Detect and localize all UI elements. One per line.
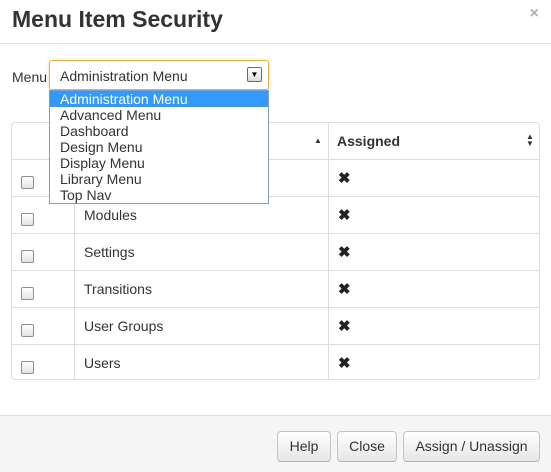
column-divider bbox=[74, 271, 75, 307]
table-row: Transitions ✖ bbox=[12, 270, 539, 307]
menu-select-dropdown[interactable]: Administration Menu Advanced Menu Dashbo… bbox=[49, 90, 269, 204]
menu-select-value: Administration Menu bbox=[60, 68, 188, 84]
assigned-column-header[interactable]: Assigned bbox=[337, 133, 400, 149]
dropdown-option[interactable]: Display Menu bbox=[50, 155, 268, 171]
column-divider bbox=[328, 197, 329, 233]
close-icon[interactable]: × bbox=[530, 6, 539, 22]
column-divider bbox=[328, 123, 329, 159]
menu-item-name: Modules bbox=[84, 207, 137, 223]
assign-unassign-button[interactable]: Assign / Unassign bbox=[403, 431, 540, 462]
dropdown-option[interactable]: Dashboard bbox=[50, 123, 268, 139]
modal-footer: Help Close Assign / Unassign bbox=[0, 415, 551, 472]
table-row: Settings ✖ bbox=[12, 233, 539, 270]
chevron-down-icon[interactable]: ▼ bbox=[247, 67, 262, 82]
dialog-title: Menu Item Security bbox=[12, 6, 223, 32]
row-checkbox[interactable] bbox=[21, 213, 34, 226]
dropdown-option[interactable]: Library Menu bbox=[50, 171, 268, 187]
dropdown-option[interactable]: Design Menu bbox=[50, 139, 268, 155]
column-divider bbox=[74, 308, 75, 344]
column-divider bbox=[328, 308, 329, 344]
cross-icon: ✖ bbox=[338, 318, 351, 335]
row-checkbox[interactable] bbox=[21, 176, 34, 189]
sort-both-icon[interactable]: ▲ ▼ bbox=[526, 133, 534, 148]
cross-icon: ✖ bbox=[338, 170, 351, 187]
menu-item-name: User Groups bbox=[84, 318, 164, 334]
row-checkbox[interactable] bbox=[21, 250, 34, 263]
close-button[interactable]: Close bbox=[337, 431, 397, 462]
row-checkbox[interactable] bbox=[21, 324, 34, 337]
cross-icon: ✖ bbox=[338, 355, 351, 372]
cross-icon: ✖ bbox=[338, 281, 351, 298]
dropdown-option[interactable]: Top Nav bbox=[50, 187, 268, 203]
column-divider bbox=[328, 160, 329, 196]
column-divider bbox=[328, 234, 329, 270]
dropdown-option[interactable]: Administration Menu bbox=[50, 91, 268, 107]
help-button[interactable]: Help bbox=[277, 431, 331, 462]
column-divider bbox=[74, 234, 75, 270]
column-divider bbox=[328, 345, 329, 379]
menu-label: Menu bbox=[12, 69, 48, 85]
menu-item-name: Users bbox=[84, 355, 121, 371]
menu-item-name: Settings bbox=[84, 244, 135, 260]
column-divider bbox=[328, 271, 329, 307]
sort-ascending-icon[interactable]: ▲ bbox=[314, 136, 322, 145]
row-checkbox[interactable] bbox=[21, 287, 34, 300]
row-checkbox[interactable] bbox=[21, 361, 34, 374]
cross-icon: ✖ bbox=[338, 207, 351, 224]
table-row: User Groups ✖ bbox=[12, 307, 539, 344]
menu-item-name: Transitions bbox=[84, 281, 152, 297]
dropdown-option[interactable]: Advanced Menu bbox=[50, 107, 268, 123]
cross-icon: ✖ bbox=[338, 244, 351, 261]
modal-header: Menu Item Security × bbox=[0, 0, 551, 44]
menu-select[interactable]: Administration Menu ▼ bbox=[49, 60, 269, 90]
column-divider bbox=[74, 345, 75, 379]
table-row: Users ✖ bbox=[12, 344, 539, 379]
